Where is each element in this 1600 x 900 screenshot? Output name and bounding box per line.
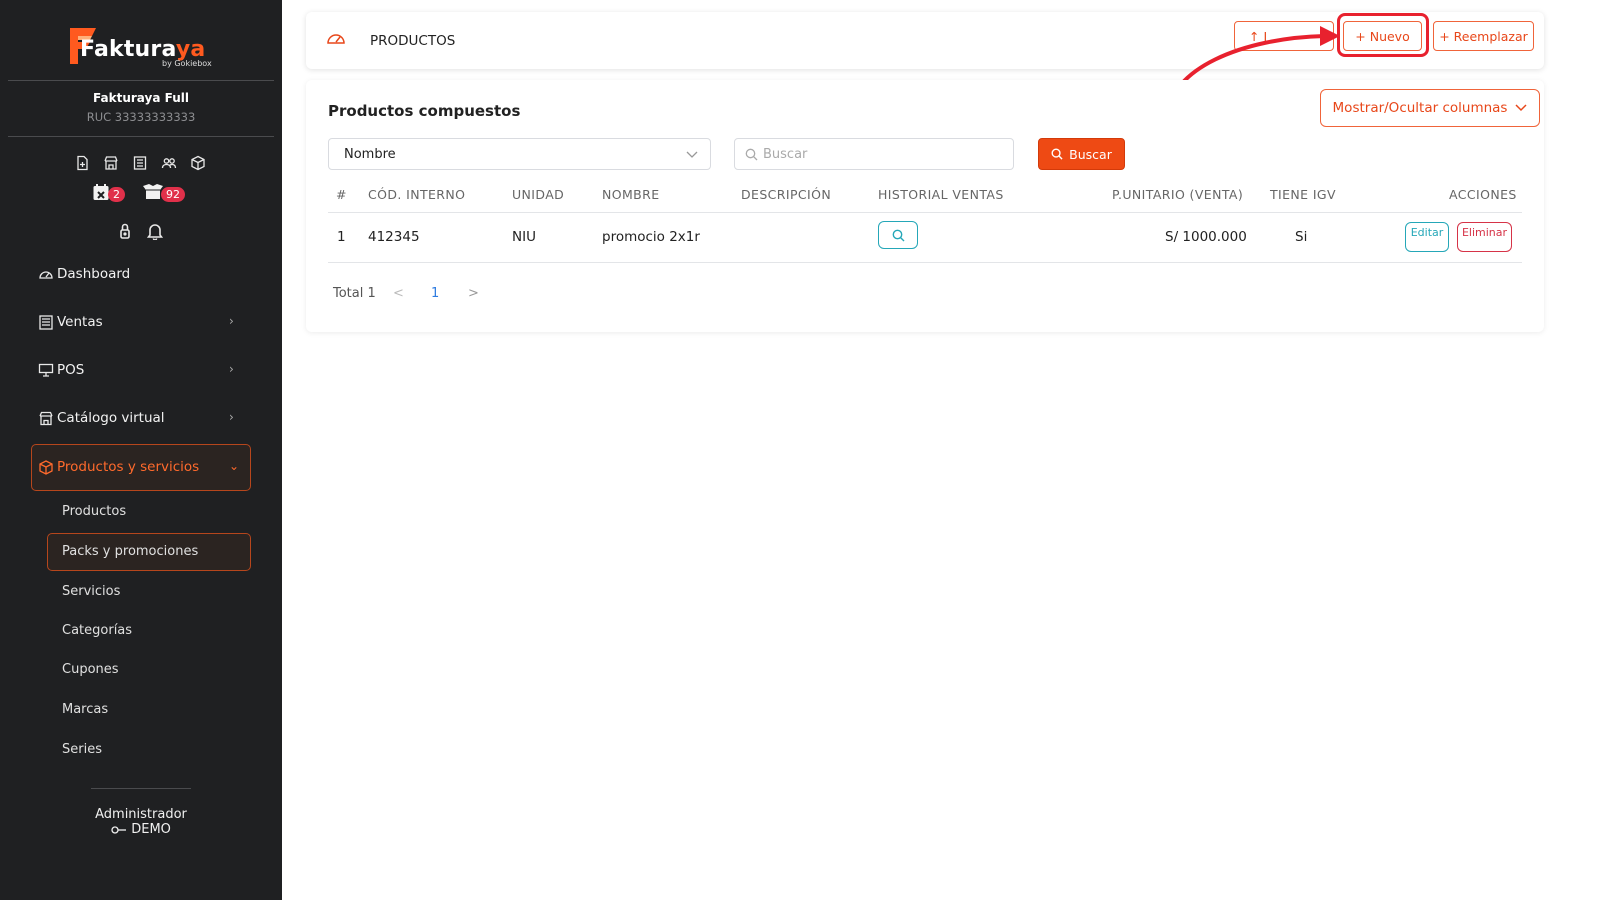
search-placeholder: Buscar xyxy=(763,146,808,162)
col-header-desc: DESCRIPCIÓN xyxy=(741,187,832,202)
user-name-row[interactable]: DEMO xyxy=(0,822,282,837)
divider xyxy=(91,788,191,789)
sales-history-button[interactable] xyxy=(878,221,918,249)
replace-button[interactable]: + Reemplazar xyxy=(1433,21,1534,51)
store-icon xyxy=(39,411,53,425)
lock-icon[interactable] xyxy=(118,222,132,244)
bell-icon[interactable] xyxy=(146,222,164,244)
chevron-down-icon xyxy=(1515,104,1527,112)
search-icon xyxy=(892,229,904,241)
box-icon xyxy=(39,459,53,475)
cell-name: promocio 2x1r xyxy=(602,229,700,245)
divider xyxy=(8,136,274,137)
chevron-down-icon: ⌄ xyxy=(229,459,240,473)
quick-icons xyxy=(74,155,206,171)
gauge-icon xyxy=(39,271,53,279)
user-name: DEMO xyxy=(131,822,171,837)
ledger-icon xyxy=(39,314,53,330)
sidebar-item-label: POS xyxy=(57,362,85,378)
alerts-row: 2 92 xyxy=(92,183,185,205)
chevron-left-icon[interactable]: < xyxy=(393,286,404,301)
sidebar-item-ventas[interactable]: Ventas xyxy=(38,314,103,330)
filter-select[interactable]: Nombre xyxy=(328,138,711,170)
cell-num: 1 xyxy=(337,229,346,245)
search-icon xyxy=(745,148,758,161)
sidebar-item-label: Productos y servicios xyxy=(57,459,200,475)
cell-igv: Si xyxy=(1295,229,1308,245)
search-button-label: Buscar xyxy=(1069,146,1112,162)
sidebar-item-dashboard[interactable]: Dashboard xyxy=(38,266,130,282)
gauge-icon xyxy=(327,34,345,44)
cell-unit: NIU xyxy=(512,229,536,245)
brand-by: by Gokiebox xyxy=(162,59,212,68)
company-name: Fakturaya Full xyxy=(93,91,189,105)
new-document-icon[interactable] xyxy=(74,155,90,171)
col-header-unit: UNIDAD xyxy=(512,187,565,202)
divider xyxy=(328,212,1522,213)
cell-price: S/ 1000.000 xyxy=(1165,229,1247,245)
highlight-box xyxy=(1337,13,1429,57)
ledger-icon[interactable] xyxy=(132,155,148,171)
col-header-name: NOMBRE xyxy=(602,187,660,202)
sidebar-item-label: Ventas xyxy=(57,314,103,330)
utility-icons xyxy=(118,222,164,244)
chevron-right-icon: › xyxy=(229,362,234,376)
replace-label: + Reemplazar xyxy=(1439,28,1528,44)
col-header-num: # xyxy=(336,187,347,202)
col-header-code: CÓD. INTERNO xyxy=(368,187,466,202)
edit-button[interactable]: Editar xyxy=(1405,222,1449,252)
toggle-columns-button[interactable]: Mostrar/Ocultar columnas xyxy=(1320,89,1540,127)
col-header-price: P.UNITARIO (VENTA) xyxy=(1112,187,1244,202)
pagination-total: Total 1 xyxy=(333,286,376,301)
cube-icon[interactable] xyxy=(190,155,206,171)
col-header-actions: ACCIONES xyxy=(1449,187,1517,202)
divider xyxy=(328,262,1522,263)
sub-item-categorias[interactable]: Categorías xyxy=(62,623,132,638)
search-input[interactable]: Buscar xyxy=(734,138,1014,170)
chevron-down-icon xyxy=(686,151,698,158)
sidebar-item-label: Dashboard xyxy=(57,266,131,282)
chevron-right-icon: › xyxy=(229,410,234,424)
page-title: PRODUCTOS xyxy=(370,33,456,49)
filter-select-value: Nombre xyxy=(344,146,396,162)
sidebar-item-productos-servicios-label[interactable]: Productos y servicios xyxy=(38,459,199,475)
user-role: Administrador xyxy=(95,807,187,822)
sidebar: Fakturaya by Gokiebox Fakturaya Full RUC… xyxy=(0,0,282,900)
sub-item-cupones[interactable]: Cupones xyxy=(62,662,119,677)
col-header-igv: TIENE IGV xyxy=(1270,187,1336,202)
delete-button[interactable]: Eliminar xyxy=(1457,222,1512,252)
sidebar-item-catalogo[interactable]: Catálogo virtual xyxy=(38,410,165,426)
search-icon xyxy=(1051,148,1063,160)
pagination-page[interactable]: 1 xyxy=(431,286,439,301)
col-header-history: HISTORIAL VENTAS xyxy=(878,187,1004,202)
sub-item-series[interactable]: Series xyxy=(62,742,102,757)
company-ruc: RUC 33333333333 xyxy=(86,110,196,124)
sub-item-packs[interactable]: Packs y promociones xyxy=(62,544,198,559)
sidebar-item-pos[interactable]: POS xyxy=(38,362,84,378)
monitor-icon xyxy=(38,363,54,377)
toggle-columns-label: Mostrar/Ocultar columnas xyxy=(1332,100,1508,116)
sub-item-servicios[interactable]: Servicios xyxy=(62,584,120,599)
chevron-right-icon[interactable]: > xyxy=(468,286,479,301)
calendar-badge: 2 xyxy=(108,186,125,202)
sub-item-marcas[interactable]: Marcas xyxy=(62,702,108,717)
search-button[interactable]: Buscar xyxy=(1038,138,1125,170)
card-title: Productos compuestos xyxy=(328,102,521,120)
sub-item-productos[interactable]: Productos xyxy=(62,504,126,519)
user-link-icon xyxy=(111,825,127,834)
users-icon[interactable] xyxy=(161,155,177,171)
cell-code: 412345 xyxy=(368,229,420,245)
sidebar-item-label: Catálogo virtual xyxy=(57,410,165,426)
store-icon[interactable] xyxy=(103,155,119,171)
divider xyxy=(8,80,274,81)
chevron-right-icon: › xyxy=(229,314,234,328)
boxes-badge: 92 xyxy=(161,186,185,202)
